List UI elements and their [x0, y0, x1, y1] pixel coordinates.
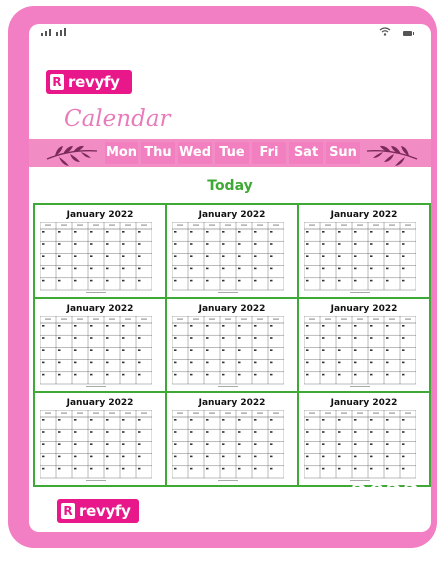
mini-calendar: [39, 409, 153, 485]
month-card[interactable]: January 2022: [34, 392, 166, 486]
month-grid: January 2022 January 2022 January 2022 J…: [33, 203, 431, 487]
weekday-sun[interactable]: Sun: [326, 142, 360, 164]
footer-calendar-word: Calendar: [248, 484, 350, 508]
weekday-wed[interactable]: Wed: [178, 142, 212, 164]
month-title: January 2022: [66, 398, 134, 408]
mini-calendar: [171, 409, 285, 485]
month-title: January 2022: [198, 210, 266, 220]
logo-mark: R: [50, 74, 64, 90]
logo-text: revyfy: [68, 73, 120, 91]
footer-title: Calendar 2022: [248, 480, 419, 509]
logo-text: revyfy: [79, 502, 131, 520]
leaf-branch-icon: [366, 145, 418, 166]
month-card[interactable]: January 2022: [298, 204, 430, 298]
month-card[interactable]: January 2022: [34, 204, 166, 298]
month-card[interactable]: January 2022: [166, 204, 298, 298]
month-card[interactable]: January 2022: [166, 298, 298, 392]
month-title: January 2022: [330, 210, 398, 220]
month-title: January 2022: [198, 398, 266, 408]
wifi-icon: [379, 27, 391, 40]
month-card[interactable]: January 2022: [34, 298, 166, 392]
today-button[interactable]: Today: [29, 178, 431, 194]
weekday-sat[interactable]: Sat: [289, 142, 323, 164]
status-bar: [29, 24, 431, 44]
mini-calendar: [171, 221, 285, 297]
mini-calendar: [303, 315, 417, 391]
battery-icon: [403, 31, 414, 36]
footer-logo[interactable]: R revyfy: [57, 499, 139, 523]
app-screen: R revyfy Calendar Mon Thu Wed Tue Fri Sa…: [29, 24, 431, 532]
month-title: January 2022: [330, 304, 398, 314]
month-title: January 2022: [330, 398, 398, 408]
page-title: Calendar: [64, 106, 171, 132]
footer-year: 2022: [349, 480, 419, 509]
mini-calendar: [39, 221, 153, 297]
phone-frame: R revyfy Calendar Mon Thu Wed Tue Fri Sa…: [8, 6, 437, 548]
month-card[interactable]: January 2022: [298, 298, 430, 392]
month-title: January 2022: [66, 210, 134, 220]
mini-calendar: [171, 315, 285, 391]
app-logo[interactable]: R revyfy: [46, 70, 132, 94]
mini-calendar: [39, 315, 153, 391]
weekday-thu[interactable]: Thu: [141, 142, 175, 164]
month-card[interactable]: January 2022: [166, 392, 298, 486]
logo-mark: R: [61, 503, 75, 519]
weekday-fri[interactable]: Fri: [252, 142, 286, 164]
weekday-tue[interactable]: Tue: [215, 142, 249, 164]
leaf-branch-icon: [46, 145, 98, 166]
weekday-mon[interactable]: Mon: [105, 142, 138, 164]
mini-calendar: [303, 221, 417, 297]
month-title: January 2022: [66, 304, 134, 314]
signal-icon: [41, 28, 66, 36]
month-card[interactable]: January 2022: [298, 392, 430, 486]
weekday-labels: Mon Thu Wed Tue Fri Sat Sun: [105, 142, 360, 164]
month-title: January 2022: [198, 304, 266, 314]
weekday-bar: Mon Thu Wed Tue Fri Sat Sun: [29, 139, 431, 167]
mini-calendar: [303, 409, 417, 485]
